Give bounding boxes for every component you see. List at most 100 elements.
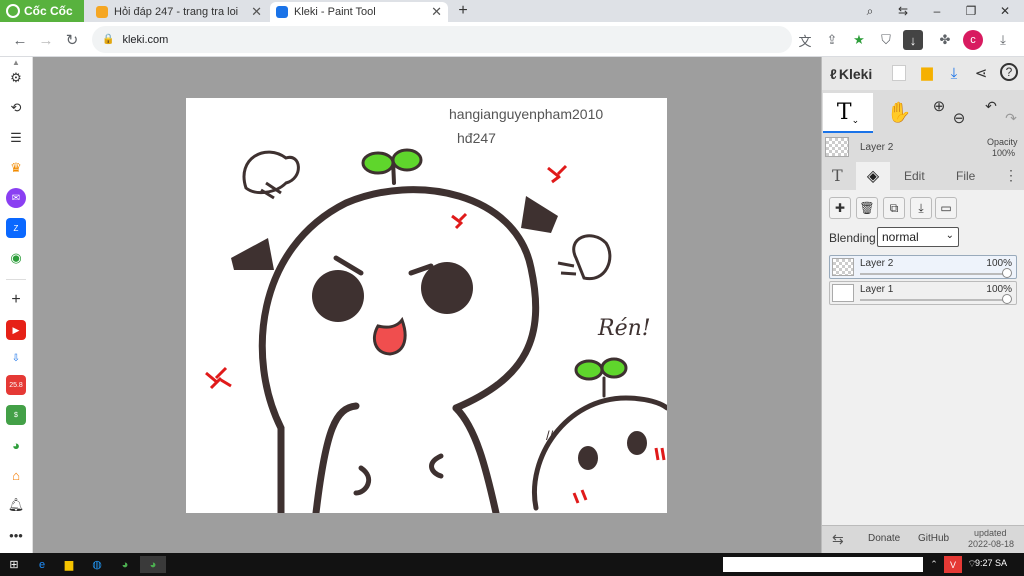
undo-icon[interactable]: ↶ [982, 97, 1000, 115]
help-icon[interactable]: ? [1000, 63, 1018, 81]
gear-icon[interactable]: ⚙ [6, 68, 26, 88]
tab-edit[interactable]: Edit [904, 169, 925, 183]
merge-layer-button[interactable]: ⤓ [910, 197, 932, 219]
url-field[interactable]: 🔒 kleki.com [92, 26, 792, 53]
small-sprout-left [574, 359, 604, 381]
github-link[interactable]: GitHub [918, 533, 949, 544]
layer-item[interactable]: Layer 2 100% [829, 255, 1017, 279]
shopping-icon[interactable]: ⌂ [6, 465, 26, 485]
rename-layer-button[interactable]: ▭ [935, 197, 957, 219]
donate-link[interactable]: Donate [868, 533, 900, 544]
sidebar-divider [6, 279, 26, 280]
bookmark-star-icon[interactable]: ★ [849, 30, 869, 50]
coccoc-active-icon[interactable]: ◕ [140, 556, 166, 573]
blending-select[interactable]: normal ⌄ [877, 227, 959, 247]
edge-icon[interactable]: e [33, 556, 51, 573]
delete-layer-button[interactable]: 🗑︎ [856, 197, 878, 219]
layer-item[interactable]: Layer 1 100% [829, 281, 1017, 305]
close-tab-icon[interactable]: ✕ [251, 4, 262, 20]
coccoc-logo-icon [6, 4, 20, 18]
back-forward-cache-icon[interactable]: ⇆ [888, 0, 918, 22]
layer-opacity-slider[interactable] [860, 273, 1006, 275]
tab-kleki[interactable]: Kleki - Paint Tool ✕ [270, 2, 448, 22]
history-icon[interactable]: ⟲ [6, 98, 26, 118]
zalo-app-icon[interactable]: ◍ [88, 556, 106, 573]
more-icon[interactable]: ••• [6, 525, 26, 545]
canvas-area[interactable]: hangianguyenpham2010 hđ247 Rén! // [33, 57, 821, 553]
chrome-web-icon[interactable]: ◕ [6, 435, 26, 455]
crown-icon[interactable]: ♛ [6, 158, 26, 178]
tab-layers[interactable]: ◈ [856, 162, 890, 190]
tab-hoidap[interactable]: Hỏi đáp 247 - trang tra loi ✕ [90, 2, 268, 22]
scroll-up-icon[interactable]: ▲ [6, 57, 26, 67]
translate-icon[interactable]: 文 [795, 30, 815, 50]
coccoc-app-icon[interactable]: ◕ [116, 556, 134, 573]
extensions-icon[interactable]: ✤ [935, 30, 955, 50]
zalo-icon[interactable]: Z [6, 218, 26, 238]
add-layer-button[interactable]: ✚ [829, 197, 851, 219]
tab-tool-settings[interactable]: T [832, 166, 843, 185]
save-download-icon[interactable]: ⤓ [945, 64, 963, 82]
duplicate-layer-button[interactable]: ⧉ [883, 197, 905, 219]
messenger-icon[interactable]: ✉ [6, 188, 26, 208]
calendar-icon[interactable]: 25.8 [6, 375, 26, 395]
more-options-icon[interactable]: ⋮ [1004, 167, 1018, 184]
small-sprout-right [600, 357, 628, 379]
tab-file[interactable]: File [956, 169, 975, 183]
file-explorer-icon[interactable]: ▆ [60, 556, 78, 573]
share-icon[interactable]: ⇪ [822, 30, 842, 50]
zoom-in-icon[interactable]: ⊕ [930, 97, 948, 115]
swap-side-icon[interactable]: ⇆ [832, 531, 844, 548]
close-window-icon[interactable]: ✕ [990, 0, 1020, 22]
gamepad-icon[interactable]: ◉ [6, 248, 26, 268]
shield-icon[interactable]: ⛉ [876, 30, 896, 50]
layer-opacity-knob[interactable] [1002, 294, 1012, 304]
layer-name: Layer 1 [860, 284, 894, 295]
text-tool-button[interactable]: T ⌄ [823, 93, 873, 133]
tray-app-icon[interactable]: V [944, 556, 962, 573]
left-eye [312, 270, 364, 322]
kleki-favicon-icon [276, 6, 288, 18]
windows-start-icon[interactable]: ⊞ [5, 556, 23, 573]
right-arm-line [452, 404, 500, 513]
share-icon[interactable]: ⋖ [972, 64, 990, 82]
taskbar-clock[interactable]: 9:27 SA [975, 558, 1007, 568]
forward-icon[interactable]: → [34, 28, 58, 52]
zoom-out-icon[interactable]: ⊖ [950, 109, 968, 127]
redo-icon[interactable]: ↷ [1002, 109, 1020, 127]
layer-opacity-slider[interactable] [860, 299, 1006, 301]
open-folder-icon[interactable]: ▆ [918, 64, 936, 81]
download-extension-icon[interactable]: ↓ [903, 30, 923, 50]
drawing-text-ren: Rén! [598, 316, 651, 341]
drawing-small-marks: // [546, 428, 554, 443]
reload-icon[interactable]: ↻ [60, 28, 84, 52]
minimize-icon[interactable]: – [922, 0, 952, 22]
kleki-header: ℓ Kleki ▆ ⤓ ⋖ ? [822, 57, 1024, 90]
new-image-icon[interactable] [892, 65, 906, 81]
windows-taskbar: ⊞ e ▆ ◍ ◕ ◕ ⌃ V ⌔ 9:27 SA [0, 553, 1024, 576]
add-icon[interactable]: + [6, 290, 26, 310]
tab-search-icon[interactable]: ⌕ [855, 0, 885, 22]
left-arm-line [312, 402, 360, 513]
new-tab-button[interactable]: + [448, 0, 478, 22]
kleki-logo[interactable]: Kleki [839, 66, 872, 82]
watermark-site: hđ247 [457, 130, 496, 146]
profile-avatar[interactable]: c [963, 30, 983, 50]
browser-brand[interactable]: Cốc Cốc [0, 0, 84, 22]
notes-icon[interactable]: ☰ [6, 128, 26, 148]
youtube-icon[interactable]: ▶ [6, 320, 26, 340]
left-ear [231, 238, 274, 270]
download-icon[interactable]: ⇩ [6, 348, 26, 368]
restore-icon[interactable]: ❐ [956, 0, 986, 22]
taskbar-search-box[interactable] [723, 557, 923, 572]
close-tab-icon[interactable]: ✕ [431, 4, 442, 20]
back-icon[interactable]: ← [8, 28, 32, 52]
hand-tool-icon[interactable]: ✋ [884, 97, 914, 127]
bell-icon[interactable]: 🔔︎ [6, 495, 26, 515]
right-ear [521, 196, 558, 233]
tray-chevron-icon[interactable]: ⌃ [925, 556, 943, 573]
coupon-icon[interactable]: $ [6, 405, 26, 425]
drawing-canvas[interactable]: hangianguyenpham2010 hđ247 Rén! // [186, 98, 667, 513]
downloads-icon[interactable]: ⤓ [993, 30, 1013, 50]
layer-opacity-knob[interactable] [1002, 268, 1012, 278]
